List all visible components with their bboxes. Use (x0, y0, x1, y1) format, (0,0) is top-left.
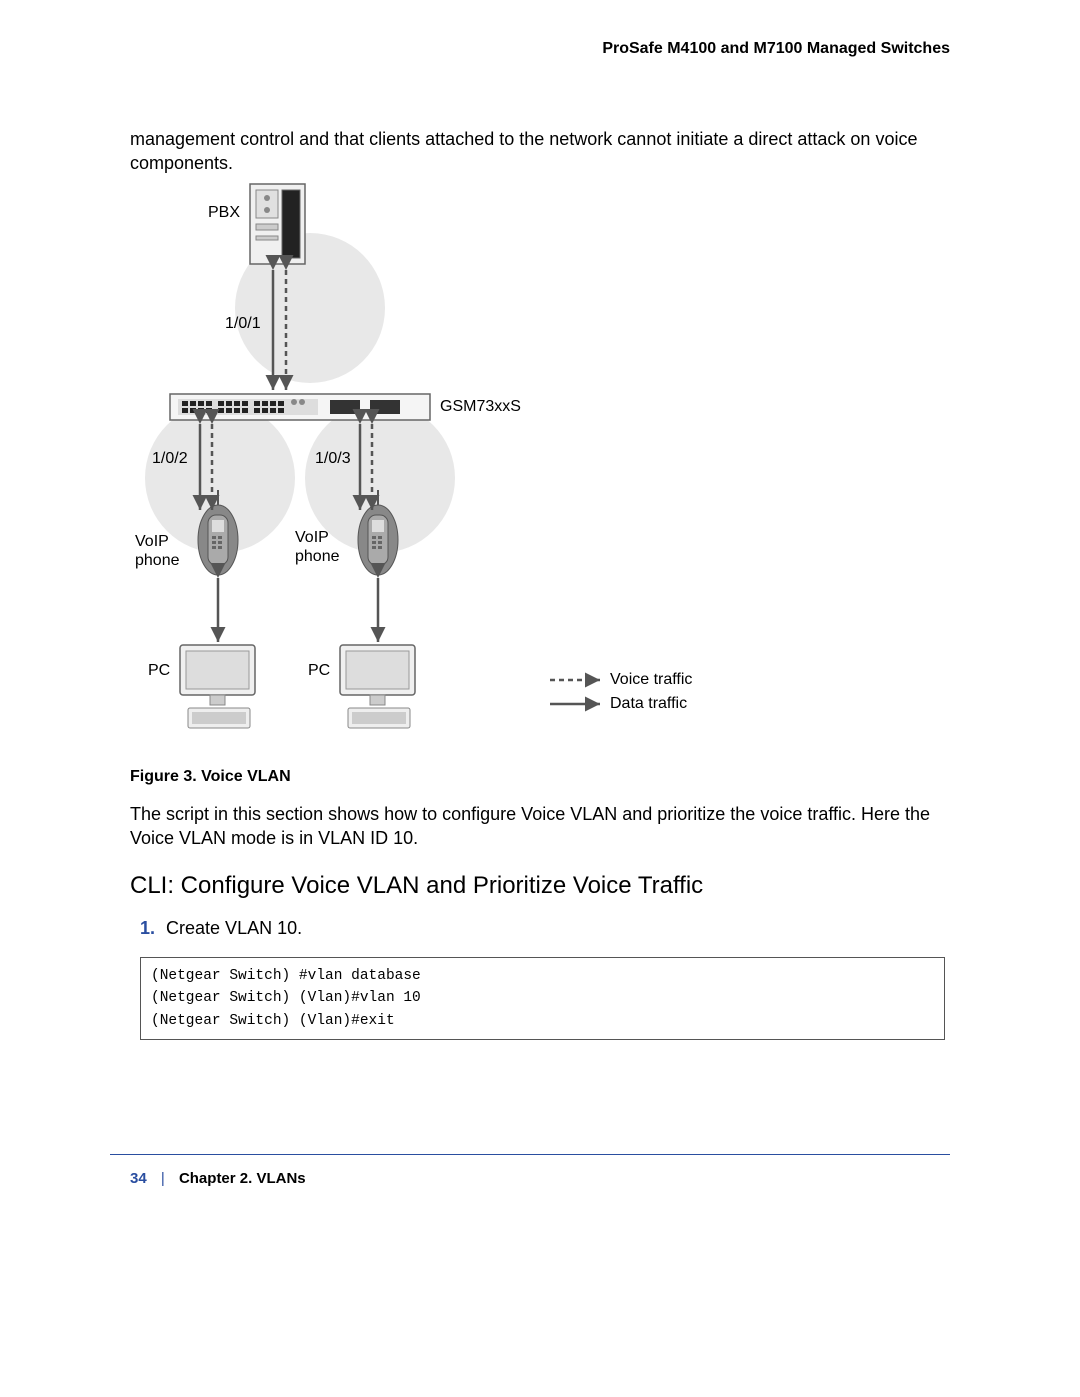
figure-caption: Figure 3. Voice VLAN (130, 768, 291, 786)
pc-label-2: PC (308, 662, 330, 680)
voip-label-2: VoIP phone (295, 528, 345, 566)
switch-icon (170, 394, 430, 420)
pbx-icon (250, 184, 305, 264)
intro-paragraph: management control and that clients atta… (130, 127, 950, 176)
voip-label-1: VoIP phone (135, 532, 185, 570)
pc-icon-1 (180, 645, 255, 728)
chapter-label: Chapter 2. VLANs (179, 1170, 306, 1187)
footer-rule (110, 1154, 950, 1155)
port-3-label: 1/0/3 (315, 450, 351, 468)
footer-separator: | (161, 1170, 165, 1187)
pc-label-1: PC (148, 662, 170, 680)
legend-voice-label: Voice traffic (610, 671, 692, 689)
legend-data-label: Data traffic (610, 695, 687, 713)
code-block: (Netgear Switch) #vlan database (Netgear… (140, 957, 945, 1040)
step-1: 1. Create VLAN 10. (140, 918, 302, 939)
after-figure-paragraph: The script in this section shows how to … (130, 802, 950, 851)
port-1-label: 1/0/1 (225, 315, 261, 333)
step-text: Create VLAN 10. (166, 918, 302, 938)
port-2-label: 1/0/2 (152, 450, 188, 468)
voice-vlan-diagram: PBX 1/0/1 GSM73xxS 1/0/2 1/0/3 VoIP phon… (130, 180, 790, 760)
switch-label: GSM73xxS (440, 398, 521, 416)
page-footer: 34 | Chapter 2. VLANs (130, 1170, 306, 1187)
pc-icon-2 (340, 645, 415, 728)
page-number: 34 (130, 1170, 147, 1187)
section-heading: CLI: Configure Voice VLAN and Prioritize… (130, 872, 703, 900)
step-number: 1. (140, 918, 155, 938)
pbx-label: PBX (208, 204, 240, 222)
page-header: ProSafe M4100 and M7100 Managed Switches (602, 40, 950, 58)
